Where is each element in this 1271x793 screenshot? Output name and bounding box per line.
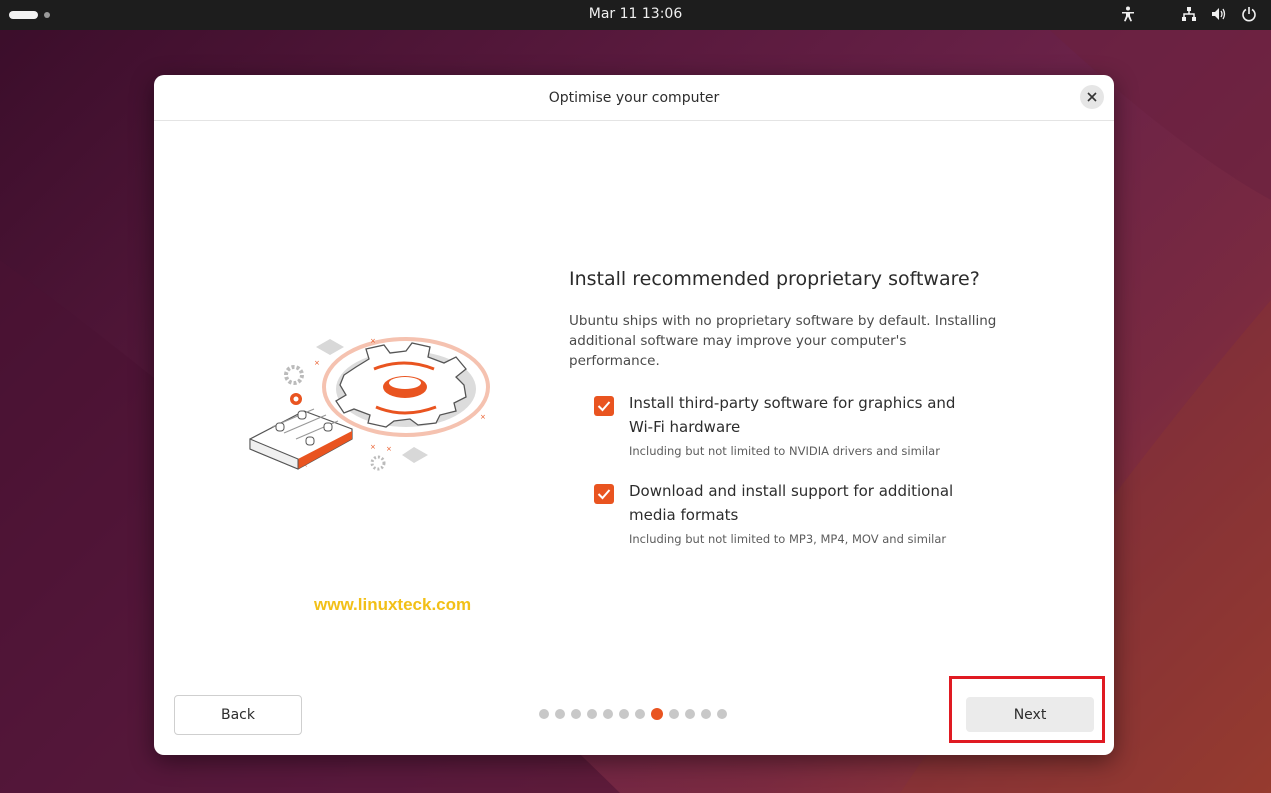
accessibility-icon[interactable] [1121,6,1135,22]
svg-text:×: × [370,337,376,345]
progress-dot [571,709,581,719]
volume-icon[interactable] [1211,6,1227,22]
third-party-checkbox[interactable] [594,396,614,416]
progress-dot [619,709,629,719]
system-tray[interactable] [1121,6,1257,22]
progress-dot [685,709,695,719]
content-area: Install recommended proprietary software… [569,267,1009,371]
close-icon [1087,92,1097,102]
svg-text:×: × [386,445,392,453]
dialog-title: Optimise your computer [548,90,720,106]
svg-text:×: × [370,443,376,451]
media-formats-label: Download and install support for additio… [629,482,954,524]
checkmark-icon [597,489,611,500]
watermark-text: www.linuxteck.com [314,595,472,614]
page-description: Ubuntu ships with no proprietary softwar… [569,313,997,369]
progress-dot [555,709,565,719]
svg-text:×: × [480,413,486,421]
progress-dot [701,709,711,719]
option-third-party-software[interactable]: Install third-party software for graphic… [594,391,974,458]
step-progress-indicator [539,708,727,720]
progress-dot [603,709,613,719]
power-icon[interactable] [1241,6,1257,22]
next-button[interactable]: Next [966,697,1094,732]
option-media-formats[interactable]: Download and install support for additio… [594,479,974,546]
svg-text:×: × [314,359,320,367]
progress-dot [717,709,727,719]
clock[interactable]: Mar 11 13:06 [0,6,1271,22]
media-formats-sublabel: Including but not limited to MP3, MP4, M… [629,532,947,546]
back-button[interactable]: Back [174,695,302,735]
checkmark-icon [597,401,611,412]
progress-dot [539,709,549,719]
optimise-dialog: Optimise your computer × × × × × × [154,75,1114,755]
top-bar: Mar 11 13:06 [0,0,1271,30]
progress-dot [587,709,597,719]
page-heading: Install recommended proprietary software… [569,268,980,290]
dialog-header: Optimise your computer [154,75,1114,121]
software-settings-illustration: × × × × × × [249,337,490,471]
progress-dot-current [651,708,663,720]
progress-dot [669,709,679,719]
close-button[interactable] [1080,85,1104,109]
media-formats-checkbox[interactable] [594,484,614,504]
third-party-label: Install third-party software for graphic… [629,394,956,436]
network-icon[interactable] [1181,6,1197,22]
third-party-sublabel: Including but not limited to NVIDIA driv… [629,444,940,458]
progress-dot [635,709,645,719]
